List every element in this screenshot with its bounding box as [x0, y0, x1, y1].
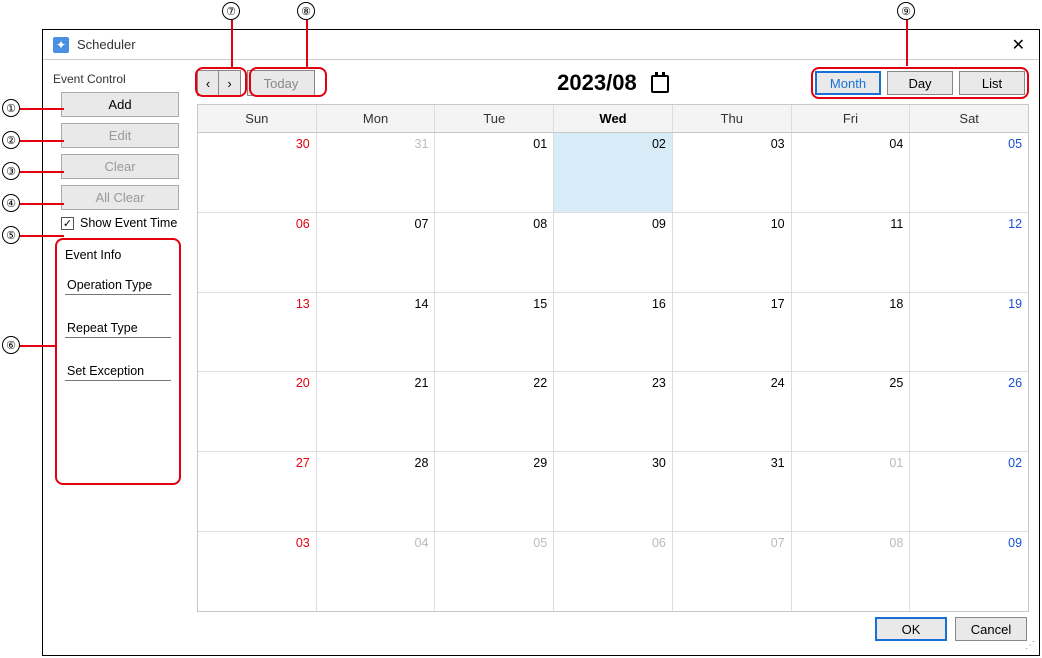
day-cell[interactable]: 16: [554, 293, 673, 372]
scheduler-window: ✦ Scheduler ✕ Event Control Add Edit Cle…: [42, 29, 1040, 656]
weekday-header: Sun: [198, 105, 317, 132]
weekday-header: Sat: [910, 105, 1028, 132]
callout-5: ⑤: [2, 226, 20, 244]
day-cell[interactable]: 07: [673, 532, 792, 611]
callout-3: ③: [2, 162, 20, 180]
checkbox-icon: ✓: [61, 217, 74, 230]
callout-6: ⑥: [2, 336, 20, 354]
day-cell[interactable]: 13: [198, 293, 317, 372]
day-cell[interactable]: 31: [673, 452, 792, 531]
day-cell[interactable]: 03: [198, 532, 317, 611]
day-cell[interactable]: 04: [792, 133, 911, 212]
day-view-button[interactable]: Day: [887, 71, 953, 95]
day-cell[interactable]: 10: [673, 213, 792, 292]
repeat-type-field[interactable]: Repeat Type: [65, 317, 171, 338]
callout-4: ④: [2, 194, 20, 212]
show-event-time-checkbox[interactable]: ✓ Show Event Time: [61, 216, 185, 230]
calendar-header: SunMonTueWedThuFriSat: [198, 105, 1028, 133]
weekday-header: Thu: [673, 105, 792, 132]
day-cell[interactable]: 25: [792, 372, 911, 451]
edit-button[interactable]: Edit: [61, 123, 179, 148]
callout-8: ⑧: [297, 2, 315, 20]
day-cell[interactable]: 27: [198, 452, 317, 531]
day-cell[interactable]: 05: [435, 532, 554, 611]
toolbar: ‹ › Today 2023/08 Month Day List: [197, 68, 1029, 98]
day-cell[interactable]: 24: [673, 372, 792, 451]
day-cell[interactable]: 15: [435, 293, 554, 372]
resize-grip[interactable]: ⋰: [1025, 640, 1035, 651]
day-cell[interactable]: 06: [554, 532, 673, 611]
cancel-button[interactable]: Cancel: [955, 617, 1027, 641]
show-event-time-label: Show Event Time: [80, 216, 177, 230]
day-cell[interactable]: 31: [317, 133, 436, 212]
day-cell[interactable]: 28: [317, 452, 436, 531]
close-button[interactable]: ✕: [1008, 35, 1029, 55]
window-title: Scheduler: [77, 37, 1008, 52]
main-area: ‹ › Today 2023/08 Month Day List: [193, 60, 1039, 612]
day-cell[interactable]: 08: [792, 532, 911, 611]
day-cell[interactable]: 09: [554, 213, 673, 292]
day-cell[interactable]: 07: [317, 213, 436, 292]
callout-1: ①: [2, 99, 20, 117]
callout-2: ②: [2, 131, 20, 149]
view-switcher: Month Day List: [811, 67, 1029, 99]
day-cell[interactable]: 17: [673, 293, 792, 372]
all-clear-button[interactable]: All Clear: [61, 185, 179, 210]
day-cell[interactable]: 22: [435, 372, 554, 451]
weekday-header: Wed: [554, 105, 673, 132]
day-cell[interactable]: 01: [792, 452, 911, 531]
day-cell[interactable]: 23: [554, 372, 673, 451]
day-cell[interactable]: 18: [792, 293, 911, 372]
callout-9: ⑨: [897, 2, 915, 20]
day-cell[interactable]: 30: [198, 133, 317, 212]
day-cell[interactable]: 06: [198, 213, 317, 292]
weekday-header: Tue: [435, 105, 554, 132]
ok-button[interactable]: OK: [875, 617, 947, 641]
event-info-panel: Event Info Operation Type Repeat Type Se…: [55, 238, 181, 485]
weekday-header: Fri: [792, 105, 911, 132]
sidebar: Event Control Add Edit Clear All Clear ✓…: [43, 60, 193, 612]
app-icon: ✦: [53, 37, 69, 53]
day-cell[interactable]: 14: [317, 293, 436, 372]
month-view-button[interactable]: Month: [815, 71, 881, 95]
day-cell[interactable]: 02: [554, 133, 673, 212]
add-button[interactable]: Add: [61, 92, 179, 117]
day-cell[interactable]: 08: [435, 213, 554, 292]
day-cell[interactable]: 19: [910, 293, 1028, 372]
day-cell[interactable]: 03: [673, 133, 792, 212]
day-cell[interactable]: 04: [317, 532, 436, 611]
day-cell[interactable]: 11: [792, 213, 911, 292]
calendar-body: 3031010203040506070809101112131415161718…: [198, 133, 1028, 611]
day-cell[interactable]: 02: [910, 452, 1028, 531]
day-cell[interactable]: 12: [910, 213, 1028, 292]
operation-type-field[interactable]: Operation Type: [65, 274, 171, 295]
day-cell[interactable]: 29: [435, 452, 554, 531]
list-view-button[interactable]: List: [959, 71, 1025, 95]
weekday-header: Mon: [317, 105, 436, 132]
callout-7: ⑦: [222, 2, 240, 20]
day-cell[interactable]: 09: [910, 532, 1028, 611]
footer: OK Cancel: [43, 612, 1039, 646]
day-cell[interactable]: 20: [198, 372, 317, 451]
titlebar: ✦ Scheduler ✕: [43, 30, 1039, 60]
set-exception-field[interactable]: Set Exception: [65, 360, 171, 381]
day-cell[interactable]: 30: [554, 452, 673, 531]
event-info-title: Event Info: [63, 248, 173, 262]
calendar-icon[interactable]: [651, 75, 669, 93]
clear-button[interactable]: Clear: [61, 154, 179, 179]
calendar: SunMonTueWedThuFriSat 303101020304050607…: [197, 104, 1029, 612]
day-cell[interactable]: 01: [435, 133, 554, 212]
event-control-label: Event Control: [53, 72, 185, 86]
day-cell[interactable]: 05: [910, 133, 1028, 212]
day-cell[interactable]: 26: [910, 372, 1028, 451]
day-cell[interactable]: 21: [317, 372, 436, 451]
